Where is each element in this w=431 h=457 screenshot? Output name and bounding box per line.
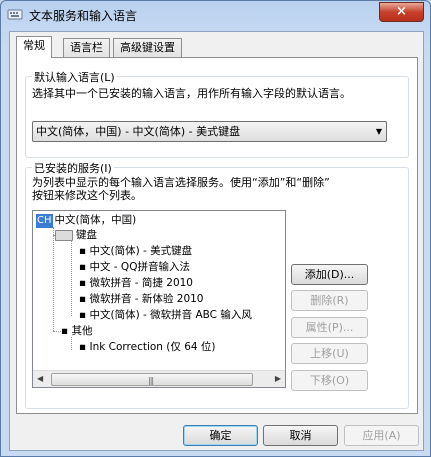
language-badge: CH: [36, 214, 53, 228]
title-bar[interactable]: 文本服务和输入语言 ×: [1, 1, 430, 27]
tree-keyboard-item-label: 中文 - QQ拼音输入法: [89, 261, 190, 273]
installed-services-group: 已安装的服务(I) 为列表中显示的每个输入语言选择服务。使用“添加”和“删除” …: [25, 160, 409, 409]
properties-button[interactable]: 属性(P)...: [291, 317, 368, 338]
apply-button[interactable]: 应用(A): [344, 425, 419, 446]
keyboard-icon: [55, 229, 73, 241]
tree-item-keyboard[interactable]: ▪ 中文 - QQ拼音输入法: [79, 260, 190, 274]
close-button[interactable]: ×: [379, 2, 424, 22]
tree-other-item-label: Ink Correction (仅 64 位): [89, 341, 216, 353]
keyboard-app-icon: [7, 9, 23, 20]
tree-item-keyboard[interactable]: ▪ 微软拼音 - 新体验 2010: [79, 292, 204, 306]
scrollbar-thumb[interactable]: |||: [51, 373, 253, 386]
tree-line: [53, 331, 61, 332]
default-language-select[interactable]: 中文(简体，中国) - 中文(简体) - 美式键盘 ▼: [32, 121, 387, 142]
bullet-icon: ▪: [79, 277, 90, 289]
bullet-icon: ▪: [79, 245, 90, 257]
tree-line: [53, 227, 54, 331]
tab-advanced-keys[interactable]: 高级键设置: [113, 38, 182, 57]
cancel-button[interactable]: 取消: [263, 425, 338, 446]
tree-language-label: 中文(简体，中国): [54, 214, 137, 226]
default-language-group: 默认输入语言(L) 选择其中一个已安装的输入语言，用作所有输入字段的默认语言。 …: [25, 69, 409, 158]
tree-keyboard-item-label: 微软拼音 - 简捷 2010: [89, 277, 193, 289]
close-icon: ×: [396, 4, 407, 19]
tree-line: [71, 337, 72, 350]
move-down-button[interactable]: 下移(O): [291, 370, 368, 391]
grip-icon: |||: [148, 376, 154, 385]
bullet-icon: ▪: [61, 325, 72, 337]
installed-services-title: 已安装的服务(I): [32, 160, 114, 176]
installed-services-description-1: 为列表中显示的每个输入语言选择服务。使用“添加”和“删除”: [32, 176, 330, 189]
tab-advanced-keys-label: 高级键设置: [120, 41, 175, 54]
bullet-icon: ▪: [79, 309, 90, 321]
move-up-button[interactable]: 上移(U): [291, 343, 368, 364]
bullet-icon: ▪: [79, 293, 90, 305]
tree-item-keyboard[interactable]: ▪ 中文(简体) - 美式键盘: [79, 244, 192, 258]
remove-button[interactable]: 删除(R): [291, 290, 368, 311]
tab-general[interactable]: 常规: [16, 36, 52, 58]
dialog-window: 文本服务和输入语言 × 常规 语言栏 高级键设置 默认输入语言(L) 选择其中一…: [0, 0, 431, 457]
tree-line: [71, 241, 72, 316]
dialog-client: 常规 语言栏 高级键设置 默认输入语言(L) 选择其中一个已安装的输入语言，用作…: [9, 31, 424, 451]
tab-language-bar-label: 语言栏: [70, 41, 103, 54]
window-title: 文本服务和输入语言: [29, 9, 138, 23]
default-language-title: 默认输入语言(L): [32, 69, 117, 85]
scroll-right-icon[interactable]: ▶: [275, 374, 281, 383]
tree-keyboard-item-label: 微软拼音 - 新体验 2010: [89, 293, 204, 305]
tree-item-keyboard-group[interactable]: 键盘: [55, 228, 97, 242]
horizontal-scrollbar[interactable]: ◀ ||| ▶: [33, 370, 285, 387]
ok-button[interactable]: 确定: [183, 425, 258, 446]
tree-keyboard-item-label: 中文(简体) - 美式键盘: [89, 245, 193, 257]
tab-language-bar[interactable]: 语言栏: [63, 38, 110, 57]
general-tab-panel: 默认输入语言(L) 选择其中一个已安装的输入语言，用作所有输入字段的默认语言。 …: [16, 57, 418, 414]
chevron-down-icon: ▼: [375, 127, 382, 136]
bullet-icon: ▪: [79, 341, 90, 353]
tree-other-label: 其他: [71, 325, 93, 337]
installed-services-description-2: 按钮来修改这个列表。: [32, 189, 142, 202]
tree-keyboard-label: 键盘: [76, 229, 97, 241]
tree-keyboard-item-label: 中文(简体) - 微软拼音 ABC 输入风: [89, 309, 252, 321]
tree-item-other[interactable]: ▪ Ink Correction (仅 64 位): [79, 340, 216, 354]
bullet-icon: ▪: [79, 261, 90, 273]
tree-item-keyboard[interactable]: ▪ 中文(简体) - 微软拼音 ABC 输入风: [79, 308, 252, 322]
scroll-left-icon[interactable]: ◀: [37, 374, 43, 383]
add-button[interactable]: 添加(D)...: [291, 264, 368, 285]
default-language-description: 选择其中一个已安装的输入语言，用作所有输入字段的默认语言。: [32, 87, 351, 100]
tab-general-label: 常规: [23, 39, 45, 52]
default-language-selected: 中文(简体，中国) - 中文(简体) - 美式键盘: [36, 125, 241, 138]
tree-item-other-group[interactable]: ▪ 其他: [61, 324, 92, 338]
tree-item-keyboard[interactable]: ▪ 微软拼音 - 简捷 2010: [79, 276, 193, 290]
services-tree[interactable]: CH 中文(简体，中国) 键盘 ▪ 中文(简体) - 美式键盘 ▪ 中文 - QQ…: [32, 210, 286, 388]
tree-item-language[interactable]: CH 中文(简体，中国): [36, 213, 136, 228]
